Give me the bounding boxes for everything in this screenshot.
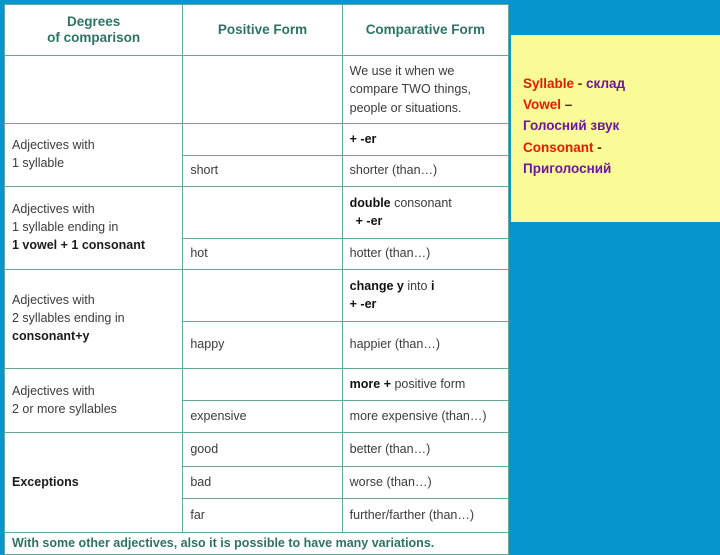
intro-line-1: We use it when we (349, 64, 455, 79)
positive-form-hot: hot (182, 238, 343, 270)
intro-line-2: compare TWO things, (349, 82, 471, 97)
rule-cell-one-syllable: + -er (341, 123, 510, 156)
note-sep-0: - (574, 76, 587, 91)
note-line-vowel-translation: Голосний звук (523, 115, 720, 136)
positive-form-happy: happy (182, 321, 343, 369)
rule-plain-2: consonant (390, 195, 452, 210)
comparative-form-happier: happier (than…) (341, 321, 510, 369)
intro-cell-empty-positive (182, 55, 343, 124)
positive-form-expensive: expensive (182, 400, 343, 433)
note-en-syllable: Syllable (523, 76, 575, 91)
rule-bold-2-line2: + -er (355, 213, 383, 228)
category-cell-exceptions: Exceptions (3, 432, 184, 533)
header-degrees-line1: Degrees (67, 13, 121, 29)
category-cell-multi-syllable: Adjectives with 2 or more syllables (3, 368, 184, 433)
rule-bold-3-line2: + -er (349, 296, 377, 311)
category-bold-line: consonant+y (12, 328, 90, 343)
intro-cell-usage-note: We use it when we compare TWO things, pe… (341, 55, 510, 124)
rule-cell-empty-positive-4 (182, 368, 343, 401)
positive-form-good: good (182, 432, 343, 467)
note-line-consonant: Consonant - (523, 137, 720, 158)
table-row-exception-good: Exceptions good better (than…) (3, 432, 510, 533)
comparative-form-worse: worse (than…) (341, 466, 510, 499)
rule-bold-3: change y (349, 278, 404, 293)
table-row-intro: We use it when we compare TWO things, pe… (3, 55, 510, 124)
note-ua-sklad: склад (586, 76, 626, 91)
rule-cell-double-consonant: double consonant + -er (341, 186, 510, 239)
rule-bold-2: double (349, 195, 391, 210)
category-cell-vowel-consonant: Adjectives with 1 syllable ending in 1 v… (3, 186, 184, 270)
note-en-vowel: Vowel (523, 97, 562, 113)
rule-plain-4: positive form (391, 376, 466, 391)
rule-bold-4: more + (349, 376, 391, 391)
category-line-1: Adjectives with (12, 293, 95, 308)
table-header-row: Degrees of comparison Positive Form Comp… (3, 4, 510, 56)
note-ua-holosnyi-zvuk: Голосний звук (523, 118, 620, 134)
rule-plain-3: into (403, 278, 431, 293)
rule-cell-empty-positive-1 (182, 123, 343, 156)
note-sep-3: - (593, 139, 602, 155)
rule-cell-empty-positive-3 (182, 269, 343, 322)
rule-cell-more-positive: more + positive form (341, 368, 510, 401)
comparative-form-further-farther: further/farther (than…) (341, 498, 510, 533)
category-line-2: 2 syllables ending in (12, 311, 125, 326)
comparative-form-hotter: hotter (than…) (341, 238, 510, 270)
note-ua-pryholosnyi: Приголосний (523, 160, 612, 176)
category-line-2: 1 syllable ending in (12, 220, 119, 235)
header-degrees-line2: of comparison (47, 30, 141, 45)
comparative-form-better: better (than…) (341, 432, 510, 467)
table-row-multi-syllable-rule: Adjectives with 2 or more syllables more… (3, 368, 510, 433)
note-sep-1: – (561, 97, 573, 113)
note-en-consonant: Consonant (523, 139, 594, 155)
intro-cell-empty-category (3, 55, 184, 124)
note-line-vowel: Vowel – (523, 94, 720, 115)
table-row-one-syllable-rule: Adjectives with 1 syllable + -er (3, 123, 510, 187)
intro-line-3: people or situations. (349, 100, 462, 115)
positive-form-short: short (182, 155, 343, 187)
category-line-1: Adjectives with (12, 202, 95, 217)
table-row-vowel-consonant-rule: Adjectives with 1 syllable ending in 1 v… (3, 186, 510, 270)
rule-bold-1: + -er (349, 131, 377, 146)
table-row-consonant-y-rule: Adjectives with 2 syllables ending in co… (3, 269, 510, 369)
note-line-syllable: Syllable - склад (523, 73, 720, 94)
positive-form-far: far (182, 498, 343, 533)
rule-bold-3b: i (430, 278, 435, 293)
degrees-of-comparison-table: Degrees of comparison Positive Form Comp… (3, 4, 510, 555)
positive-form-bad: bad (182, 466, 343, 499)
rule-cell-change-y: change y into i + -er (341, 269, 510, 322)
footer-note-text: With some other adjectives, also it is p… (4, 532, 509, 555)
category-cell-one-syllable: Adjectives with 1 syllable (3, 123, 184, 187)
category-line-2: 2 or more syllables (12, 401, 117, 416)
category-line-1: Adjectives with (12, 383, 95, 398)
header-cell-comparative-form: Comparative Form (341, 4, 510, 56)
vocabulary-note-box: Syllable - склад Vowel – Голосний звук C… (511, 35, 720, 222)
category-line-2: 1 syllable (12, 156, 65, 170)
header-cell-degrees: Degrees of comparison (3, 4, 184, 56)
slide-canvas: Degrees of comparison Positive Form Comp… (0, 0, 720, 555)
header-cell-positive-form: Positive Form (182, 4, 343, 56)
rule-cell-empty-positive-2 (182, 186, 343, 239)
table-row-footer-clipped: With some other adjectives, also it is p… (4, 532, 509, 555)
comparative-form-more-expensive: more expensive (than…) (341, 400, 510, 433)
category-line-1: Adjectives with (12, 138, 95, 153)
note-line-consonant-translation: Приголосний (523, 158, 720, 179)
comparative-form-shorter: shorter (than…) (341, 155, 510, 187)
category-cell-consonant-y: Adjectives with 2 syllables ending in co… (3, 269, 184, 369)
category-bold-line: 1 vowel + 1 consonant (12, 237, 146, 252)
